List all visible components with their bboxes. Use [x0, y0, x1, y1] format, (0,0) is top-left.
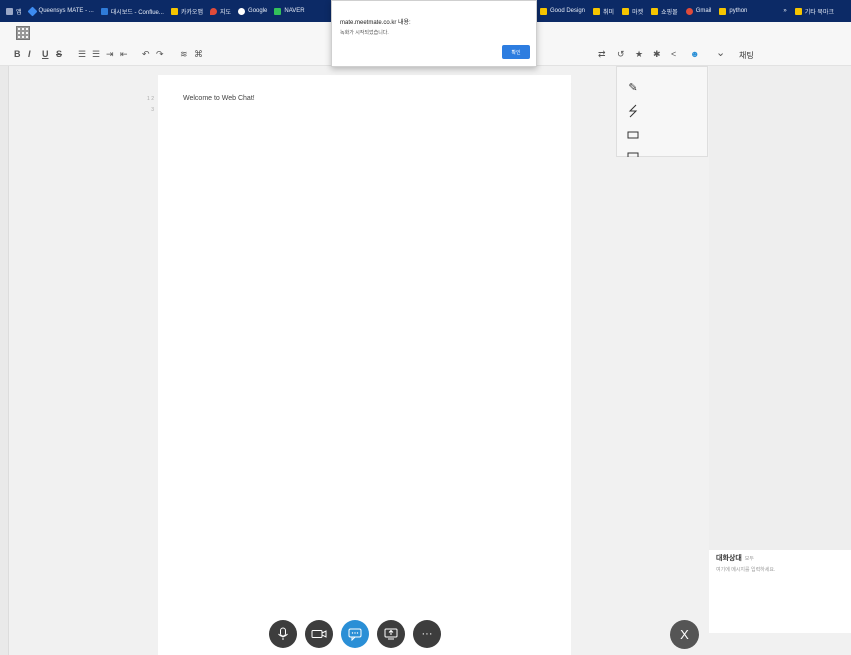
bookmark-other[interactable]: 기타 북마크	[794, 7, 834, 16]
bookmark-confluence[interactable]: 대시보드 - Conflue...	[100, 7, 164, 16]
mic-button[interactable]	[269, 620, 297, 648]
italic-button[interactable]: I	[28, 49, 31, 59]
grid-layout-icon[interactable]	[16, 26, 30, 40]
camera-button[interactable]	[305, 620, 333, 648]
confluence-icon	[100, 7, 108, 15]
bookmark-google[interactable]: Google	[238, 7, 267, 15]
tab-chat[interactable]: 채팅	[739, 50, 754, 61]
undo-button[interactable]: ↶	[142, 49, 150, 60]
history-button[interactable]: ↺	[617, 49, 625, 60]
indent-button[interactable]: ⇥	[106, 49, 114, 60]
bookmark-kakaomap[interactable]: 카카오맵	[170, 7, 203, 16]
bookmark-shopping[interactable]: 쇼핑몰	[651, 7, 678, 16]
kakaomap-icon	[170, 7, 178, 15]
swap-button[interactable]: ⇄	[598, 49, 606, 60]
numbered-list-button[interactable]: ☰	[92, 49, 100, 60]
bookmarks-bar-right: Good Design 취미 마켓 쇼핑몰 Gmail python » 기타 …	[540, 0, 851, 22]
alert-dialog: mate.meetmate.co.kr 내용: 녹화가 시작되었습니다. 확인	[331, 0, 537, 67]
apps-icon	[6, 7, 13, 15]
link-button[interactable]: ⌘	[194, 49, 203, 60]
bookmark-good-design[interactable]: Good Design	[540, 7, 585, 15]
screen-share-button[interactable]	[377, 620, 405, 648]
bold-button[interactable]: B	[14, 49, 21, 59]
format-clear-button[interactable]: ≋	[180, 49, 188, 60]
folder-icon	[794, 7, 802, 15]
strikethrough-button[interactable]: S	[56, 49, 62, 59]
chat-button[interactable]	[341, 620, 369, 648]
chat-messages-area	[709, 66, 851, 550]
folder-icon	[593, 7, 601, 15]
alert-title: mate.meetmate.co.kr 내용:	[340, 20, 411, 26]
left-gutter	[0, 66, 9, 655]
folder-icon	[622, 7, 630, 15]
bookmark-map[interactable]: 지도	[209, 7, 231, 16]
alert-message: 녹화가 시작되었습니다.	[340, 30, 389, 36]
naver-icon	[274, 7, 282, 15]
document-text[interactable]: Welcome to Web Chat!	[183, 95, 255, 102]
document-page[interactable]: Welcome to Web Chat!	[158, 75, 571, 655]
drawing-tools-panel: ✎	[616, 66, 708, 157]
camera-icon	[311, 630, 327, 638]
chat-recipient-all[interactable]: 모두	[745, 556, 754, 562]
bullet-list-button[interactable]: ☰	[78, 49, 86, 60]
pencil-icon[interactable]: ✎	[625, 79, 641, 95]
more-options-button[interactable]: ···	[413, 620, 441, 648]
folder-icon	[719, 7, 727, 15]
more-tools-icon[interactable]	[625, 151, 641, 157]
bookmark-naver[interactable]: NAVER	[274, 7, 305, 15]
chat-recipient-heading: 대화상대 모두	[716, 555, 754, 562]
bookmark-gmail[interactable]: Gmail	[685, 7, 711, 15]
leave-call-button[interactable]: X	[670, 620, 699, 649]
bookmark-market[interactable]: 마켓	[622, 7, 643, 16]
settings-button[interactable]: ✱	[653, 49, 661, 60]
screen-share-icon	[384, 628, 398, 640]
chat-input-panel: 대화상대 모두 여기에 메시지를 입력하세요.	[709, 550, 851, 633]
bookmarks-overflow[interactable]: »	[783, 8, 786, 14]
diamond-icon	[27, 6, 37, 16]
freehand-line-icon[interactable]	[625, 103, 641, 119]
gmail-icon	[685, 7, 693, 15]
bookmark-queensys[interactable]: Queensys MATE - ...	[27, 6, 94, 16]
chat-message-input[interactable]: 여기에 메시지를 입력하세요.	[716, 566, 775, 573]
collapse-chevron-button[interactable]: ⌄	[716, 46, 725, 59]
share-button[interactable]: <	[671, 49, 676, 59]
line-numbers: 1 2 3	[147, 96, 154, 113]
bookmark-apps[interactable]: 앱	[6, 7, 22, 16]
alert-confirm-button[interactable]: 확인	[502, 45, 530, 59]
star-button[interactable]: ★	[635, 49, 643, 60]
microphone-icon	[278, 627, 288, 640]
map-pin-icon	[209, 7, 217, 15]
bookmark-python[interactable]: python	[719, 7, 747, 15]
bookmark-hobby[interactable]: 취미	[593, 7, 614, 16]
google-icon	[238, 7, 246, 15]
folder-icon	[651, 7, 659, 15]
redo-button[interactable]: ↷	[156, 49, 164, 60]
chat-bubble-icon	[348, 628, 362, 641]
rectangle-icon[interactable]	[625, 127, 641, 143]
underline-button[interactable]: U	[42, 49, 49, 59]
people-button[interactable]: ☻	[690, 49, 699, 59]
folder-icon	[540, 7, 547, 15]
outdent-button[interactable]: ⇤	[120, 49, 128, 60]
